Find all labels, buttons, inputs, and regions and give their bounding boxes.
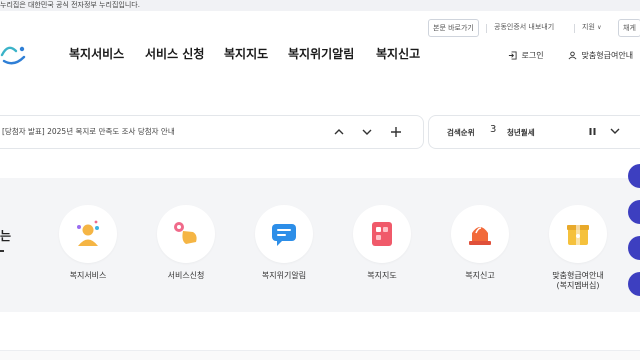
nav-welfare-map[interactable]: 복지지도 (224, 44, 268, 64)
chevron-down-icon: ∨ (597, 24, 602, 31)
service-welfare-report[interactable]: 복지신고 (445, 205, 515, 281)
skip-to-content-button[interactable]: 본문 바로가기 (428, 19, 479, 37)
nav-service-apply[interactable]: 서비스 신청 (145, 44, 204, 64)
notice-bar: [당첨자 발표] 2025년 복지로 만족도 조사 당첨자 안내 (0, 115, 424, 149)
service-label: 맞춤형급여안내 (552, 271, 604, 280)
service-icon-circle (549, 205, 607, 263)
service-crisis-alert[interactable]: 복지위기알림 (249, 205, 319, 281)
gov-banner: 누리집은 대한민국 공식 전자정부 누리집입니다. (0, 0, 640, 11)
service-icon-circle (59, 205, 117, 263)
service-label: 복지지도 (367, 271, 397, 280)
message-icon (272, 224, 296, 246)
plus-icon[interactable] (389, 125, 403, 139)
cert-export-link[interactable]: 공동인증서 내보내기 (494, 19, 554, 37)
benefit-guide-label: 맞춤형급여안내 (581, 51, 634, 60)
service-label: 복지서비스 (69, 271, 107, 280)
hand-touch-icon (174, 222, 197, 244)
notice-text[interactable]: [당첨자 발표] 2025년 복지로 만족도 조사 당첨자 안내 (2, 126, 175, 137)
utility-bar: 본문 바로가기 공동인증서 내보내기 지원 ∨ 채게 (0, 19, 640, 37)
nav-welfare-report[interactable]: 복지신고 (376, 44, 420, 64)
service-icon-circle (451, 205, 509, 263)
login-icon (508, 51, 517, 60)
service-label: 복지위기알림 (261, 271, 307, 280)
logo[interactable] (0, 41, 30, 67)
user-icon (568, 51, 577, 60)
chevron-down-icon[interactable] (360, 125, 374, 139)
service-icon-circle (255, 205, 313, 263)
divider (486, 24, 487, 33)
service-label: 서비스신청 (167, 271, 205, 280)
service-icon-circle (157, 205, 215, 263)
search-rank-label: 검색순위 (447, 128, 475, 137)
login-label: 로그인 (521, 51, 544, 60)
support-menu[interactable]: 지원 ∨ (582, 19, 602, 37)
chevron-down-icon[interactable] (609, 125, 621, 137)
chevron-up-icon[interactable] (332, 125, 346, 139)
divider (574, 24, 575, 33)
gift-box-icon (567, 225, 589, 245)
people-icon (77, 220, 99, 246)
service-welfare-map[interactable]: 복지지도 (347, 205, 417, 281)
benefit-guide-button[interactable]: 맞춤형급여안내 (568, 49, 633, 63)
service-apply[interactable]: 서비스신청 (151, 205, 221, 281)
login-button[interactable]: 로그인 (508, 49, 544, 63)
service-panel-title: 는 (0, 229, 12, 243)
nav-crisis-alert[interactable]: 복지위기알림 (288, 44, 354, 64)
support-label: 지원 (582, 23, 595, 31)
service-benefit-guide[interactable]: 맞춤형급여안내 (복지멤버십) (543, 205, 613, 291)
language-button[interactable]: 채게 (618, 19, 640, 37)
section-divider (0, 350, 640, 360)
pause-icon[interactable] (588, 127, 597, 136)
map-icon (372, 222, 392, 246)
logo-mark (0, 46, 26, 65)
siren-icon (469, 227, 491, 245)
search-rank-term[interactable]: 청년월세 (507, 127, 535, 138)
nav-welfare-services[interactable]: 복지서비스 (69, 44, 124, 64)
service-sublabel: (복지멤버십) (556, 281, 600, 290)
search-rank-number: 3 (490, 124, 497, 135)
service-welfare[interactable]: 복지서비스 (53, 205, 123, 281)
service-icon-circle (353, 205, 411, 263)
title-underline (0, 250, 4, 252)
service-label: 복지신고 (465, 271, 495, 280)
